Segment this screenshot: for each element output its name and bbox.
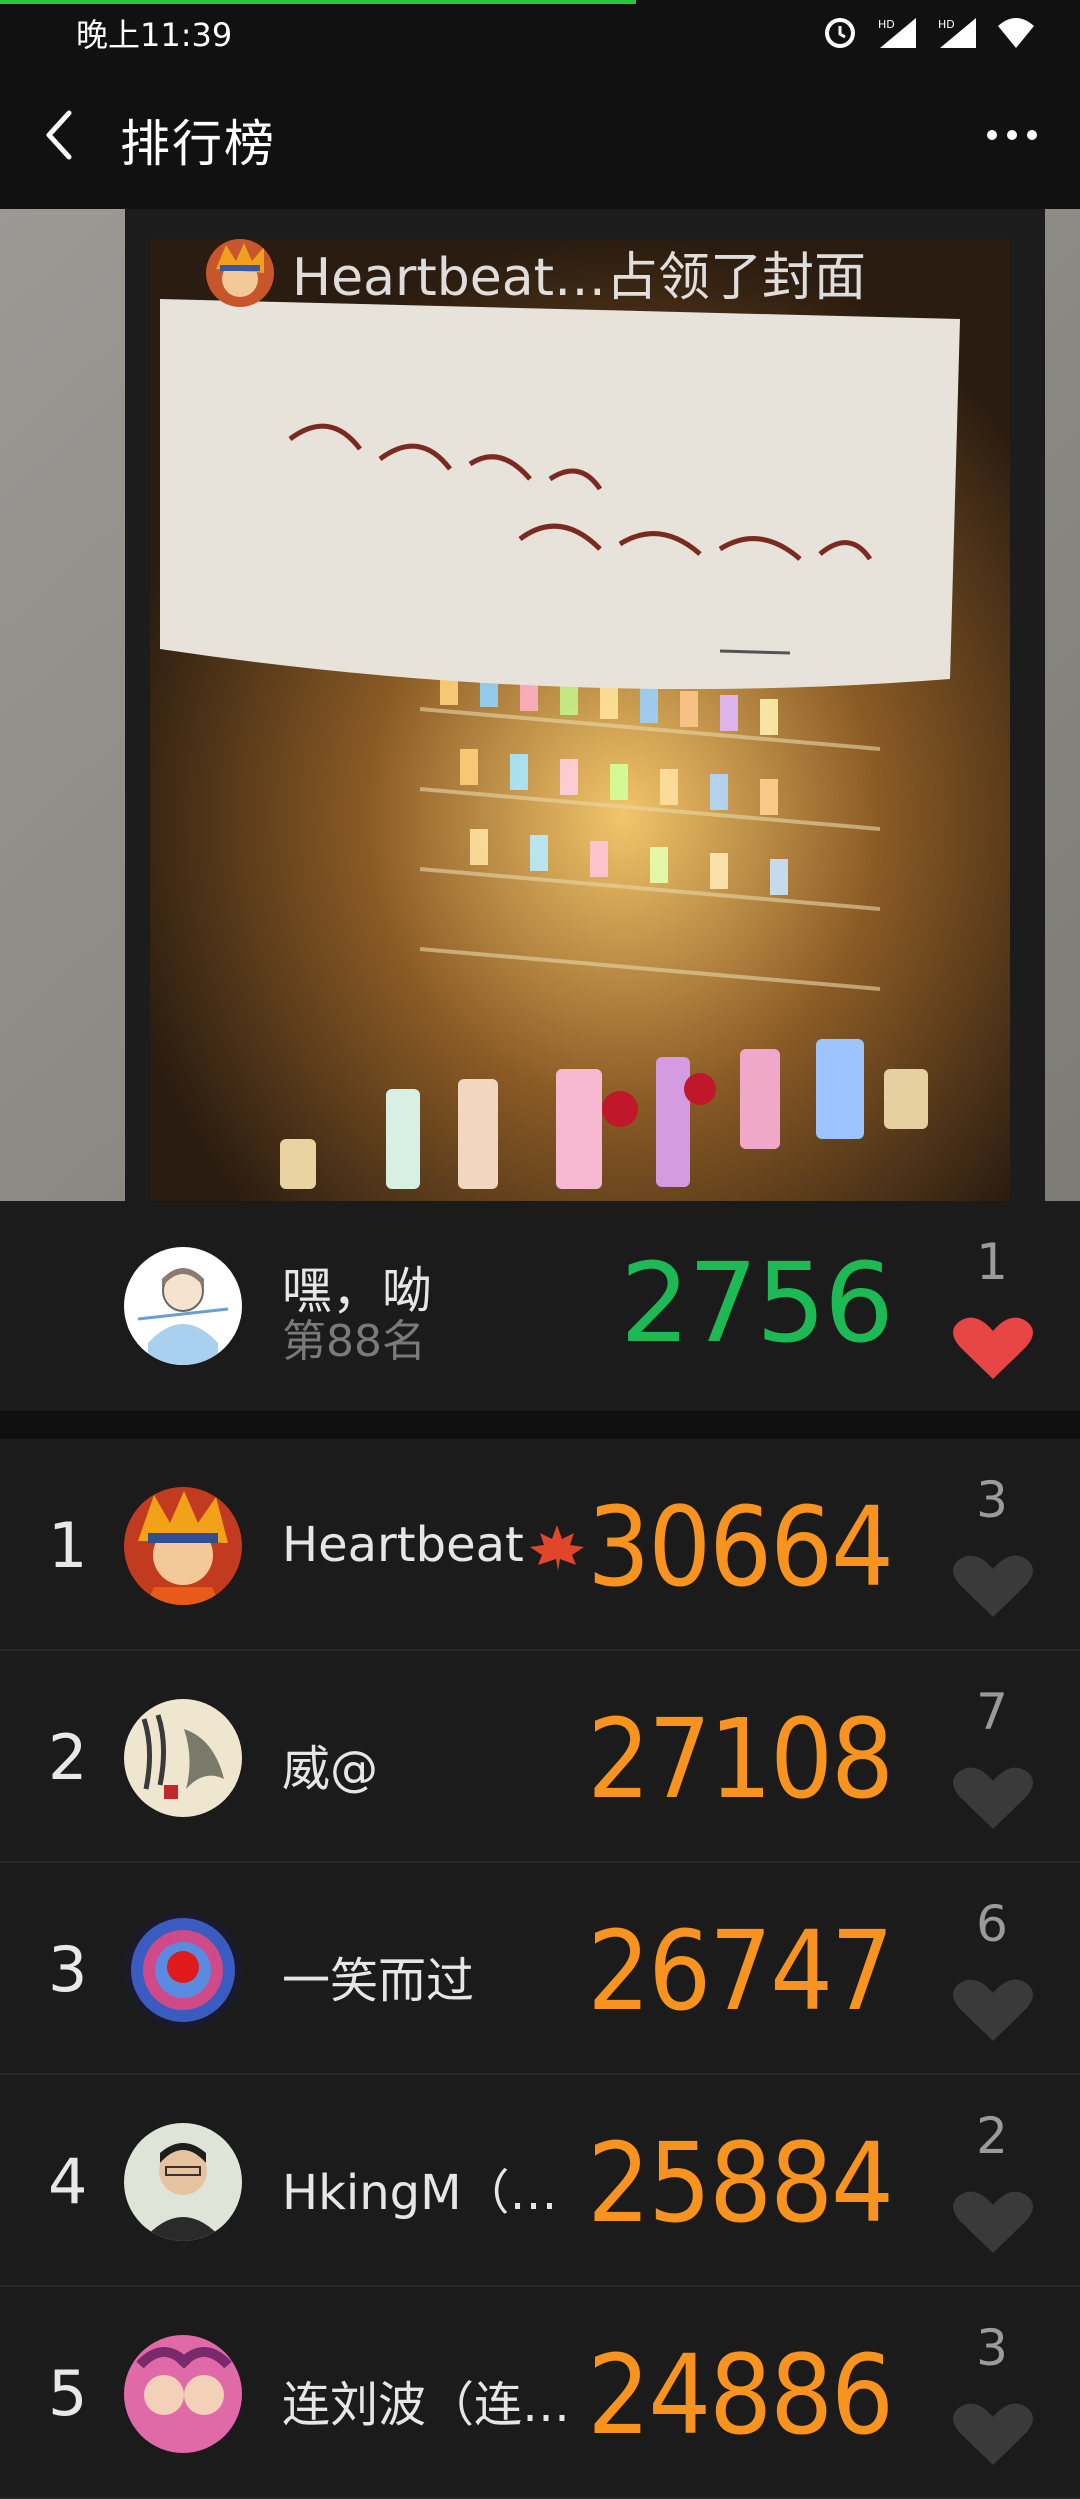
- like-count: 3: [976, 2319, 1008, 2377]
- app-bar: 排行榜: [0, 64, 1080, 209]
- section-divider: [0, 1411, 1080, 1439]
- avatar: [124, 1247, 242, 1365]
- avatar: [124, 2335, 242, 2453]
- ranking-row[interactable]: 2 威@ 27108 7: [0, 1651, 1080, 1863]
- player-score: 27108: [587, 1695, 894, 1823]
- svg-text:HD: HD: [878, 18, 895, 31]
- page-title: 排行榜: [120, 115, 276, 173]
- avatar-image: [124, 1487, 242, 1605]
- player-name: 连刘波（连…: [282, 2377, 571, 2433]
- rank-number: 2: [48, 1721, 88, 1794]
- player-score: 24886: [587, 2331, 894, 2459]
- alarm-icon: [825, 18, 855, 48]
- like-count: 3: [976, 1471, 1008, 1529]
- ranking-row[interactable]: 4 HkingM（… 25884 2: [0, 2075, 1080, 2287]
- more-dot: [1027, 130, 1037, 140]
- signal-hd-icon-2: HD: [938, 18, 976, 48]
- heart-icon[interactable]: [950, 1975, 1036, 2045]
- heart-icon[interactable]: [950, 2187, 1036, 2257]
- more-options-button[interactable]: [972, 100, 1052, 170]
- my-rank-row[interactable]: 嘿，呦 第88名 2756 1: [0, 1201, 1080, 1411]
- chevron-left-icon: [46, 110, 72, 160]
- ranking-row[interactable]: 1 Heartbeat 30664 3: [0, 1439, 1080, 1651]
- ranking-row[interactable]: 5 连刘波（连… 24886 3: [0, 2287, 1080, 2499]
- cover-owner-label: Heartbeat…占领了封面: [292, 248, 866, 308]
- heart-icon[interactable]: [950, 1313, 1036, 1383]
- rank-number: 4: [48, 2145, 88, 2218]
- heart-icon[interactable]: [950, 1551, 1036, 1621]
- my-place: 第88名: [282, 1316, 426, 1367]
- avatar-image: [124, 2335, 242, 2453]
- cover-photo: [0, 209, 1080, 1201]
- like-count: 7: [976, 1683, 1008, 1741]
- more-dot: [1007, 130, 1017, 140]
- status-bar: 晚上11:39 HD HD: [0, 0, 1080, 64]
- heart-icon[interactable]: [950, 2399, 1036, 2469]
- player-name: Heartbeat: [282, 1517, 586, 1573]
- avatar-image: [124, 1699, 242, 1817]
- player-score: 25884: [587, 2119, 894, 2247]
- rank-number: 3: [48, 1933, 88, 2006]
- status-icons: HD HD: [822, 14, 1036, 50]
- wifi-icon: [998, 18, 1034, 48]
- player-score: 30664: [587, 1483, 894, 1611]
- status-time: 晚上11:39: [76, 16, 233, 54]
- like-count: 2: [976, 2107, 1008, 2165]
- back-button[interactable]: [28, 100, 88, 170]
- ranking-list: 1 Heartbeat 30664 3 2 威@ 27108 7 3 一笑而过 …: [0, 1439, 1080, 2499]
- player-score: 26747: [587, 1907, 894, 2035]
- like-count: 6: [976, 1895, 1008, 1953]
- cover-owner-avatar: [206, 238, 274, 307]
- avatar-image: [124, 1911, 242, 2029]
- avatar: [124, 1487, 242, 1605]
- player-name: 一笑而过: [282, 1953, 475, 2009]
- avatar-image: [124, 1247, 242, 1365]
- signal-hd-icon: HD: [878, 18, 916, 48]
- more-dots-icon: [987, 130, 997, 140]
- cover-owner[interactable]: Heartbeat…占领了封面: [206, 235, 866, 310]
- maple-leaf-icon: [529, 1525, 584, 1571]
- like-count: 1: [976, 1233, 1008, 1291]
- player-name: 威@: [282, 1741, 379, 1797]
- avatar-image: [124, 2123, 242, 2241]
- my-score: 2756: [620, 1239, 894, 1367]
- avatar: [124, 1699, 242, 1817]
- cover-image[interactable]: Heartbeat…占领了封面: [0, 209, 1080, 1201]
- avatar: [124, 2123, 242, 2241]
- player-name-text: Heartbeat: [282, 1517, 524, 1573]
- player-name: HkingM（…: [282, 2165, 558, 2221]
- svg-text:HD: HD: [938, 18, 955, 31]
- rank-number: 5: [48, 2357, 88, 2430]
- avatar-image: [206, 238, 274, 307]
- heart-icon[interactable]: [950, 1763, 1036, 1833]
- ranking-row[interactable]: 3 一笑而过 26747 6: [0, 1863, 1080, 2075]
- rank-number: 1: [48, 1509, 88, 1582]
- avatar: [124, 1911, 242, 2029]
